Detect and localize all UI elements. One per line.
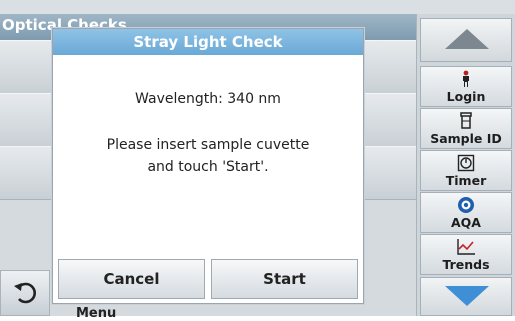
- aqa-icon: [421, 196, 511, 214]
- sidebar-item-label: AQA: [451, 215, 481, 230]
- start-button[interactable]: Start: [211, 259, 358, 299]
- scroll-up-button[interactable]: [420, 18, 512, 62]
- screen: Optical Checks Menu Login Sample ID Time…: [0, 0, 515, 321]
- sidebar-item-aqa[interactable]: AQA: [420, 192, 512, 233]
- stray-light-dialog: Stray Light Check Wavelength: 340 nm Ple…: [52, 28, 364, 304]
- cuvette-icon: [421, 112, 511, 130]
- person-icon: [421, 70, 511, 88]
- scroll-down-icon: [445, 286, 489, 306]
- menu-label: Menu: [76, 306, 117, 321]
- sidebar-item-login[interactable]: Login: [420, 66, 512, 107]
- sidebar-item-label: Timer: [445, 173, 487, 188]
- cancel-button[interactable]: Cancel: [58, 259, 205, 299]
- instruction-line-1: Please insert sample cuvette: [106, 137, 310, 153]
- sidebar-item-label: Sample ID: [430, 131, 502, 146]
- sidebar-item-trends[interactable]: Trends: [420, 234, 512, 275]
- instruction-line-2: and touch 'Start'.: [147, 159, 269, 175]
- trends-icon: [421, 238, 511, 256]
- back-arrow-icon: [14, 282, 36, 304]
- sidebar-item-label: Trends: [442, 257, 490, 272]
- sidebar-item-label: Login: [446, 89, 486, 104]
- sidebar-item-timer[interactable]: Timer: [420, 150, 512, 191]
- scroll-down-button[interactable]: [420, 277, 512, 316]
- sidebar-item-sample-id[interactable]: Sample ID: [420, 108, 512, 149]
- scroll-up-icon: [445, 29, 489, 49]
- wavelength-text: Wavelength: 340 nm: [135, 91, 281, 107]
- dialog-title: Stray Light Check: [53, 29, 363, 55]
- timer-icon: [421, 154, 511, 172]
- back-button[interactable]: [0, 270, 50, 316]
